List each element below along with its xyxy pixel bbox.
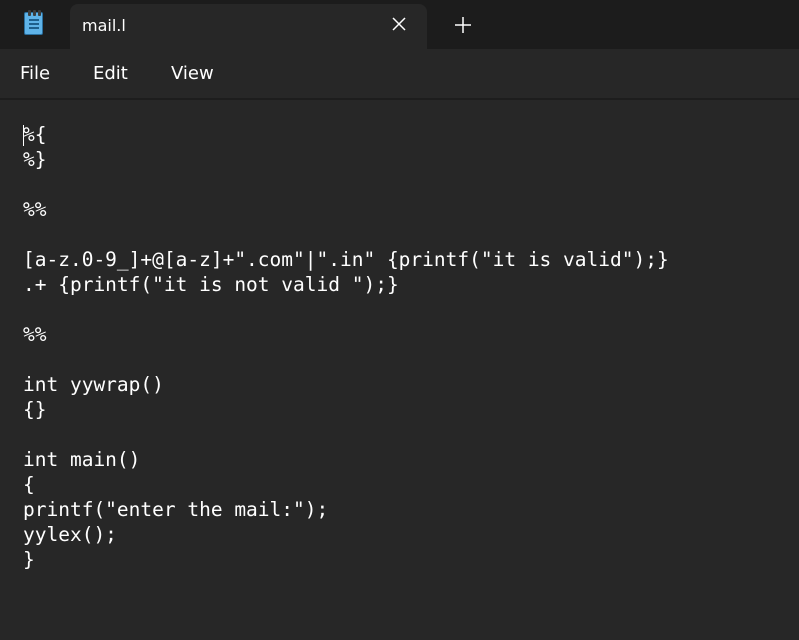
tab-mail-l[interactable]: mail.l	[70, 4, 427, 49]
plus-icon	[455, 17, 471, 33]
title-bar: mail.l	[0, 0, 799, 49]
menu-view[interactable]: View	[171, 63, 214, 84]
code-content: %{ %} %% [a-z.0-9_]+@[a-z]+".com"|".in" …	[23, 122, 669, 572]
code-line: %}	[23, 148, 47, 171]
close-icon[interactable]	[389, 14, 409, 34]
code-line: .+ {printf("it is not valid ");}	[23, 273, 399, 296]
code-line: [a-z.0-9_]+@[a-z]+".com"|".in" {printf("…	[23, 248, 669, 271]
new-tab-button[interactable]	[452, 14, 474, 36]
menu-bar: File Edit View	[0, 49, 799, 99]
code-line: %%	[23, 198, 47, 221]
code-line: %%	[23, 323, 47, 346]
code-line: {}	[23, 398, 47, 421]
code-line: int main()	[23, 448, 141, 471]
code-line: %{	[23, 123, 47, 146]
notepad-icon	[24, 10, 43, 35]
text-editor[interactable]: %{ %} %% [a-z.0-9_]+@[a-z]+".com"|".in" …	[0, 100, 799, 640]
code-line: {	[23, 473, 35, 496]
code-line: }	[23, 548, 35, 571]
menu-file[interactable]: File	[20, 63, 50, 84]
tab-title: mail.l	[82, 16, 126, 35]
code-line: printf("enter the mail:");	[23, 498, 329, 521]
text-caret	[23, 125, 24, 146]
code-line: yylex();	[23, 523, 117, 546]
menu-edit[interactable]: Edit	[93, 63, 128, 84]
code-line: int yywrap()	[23, 373, 164, 396]
